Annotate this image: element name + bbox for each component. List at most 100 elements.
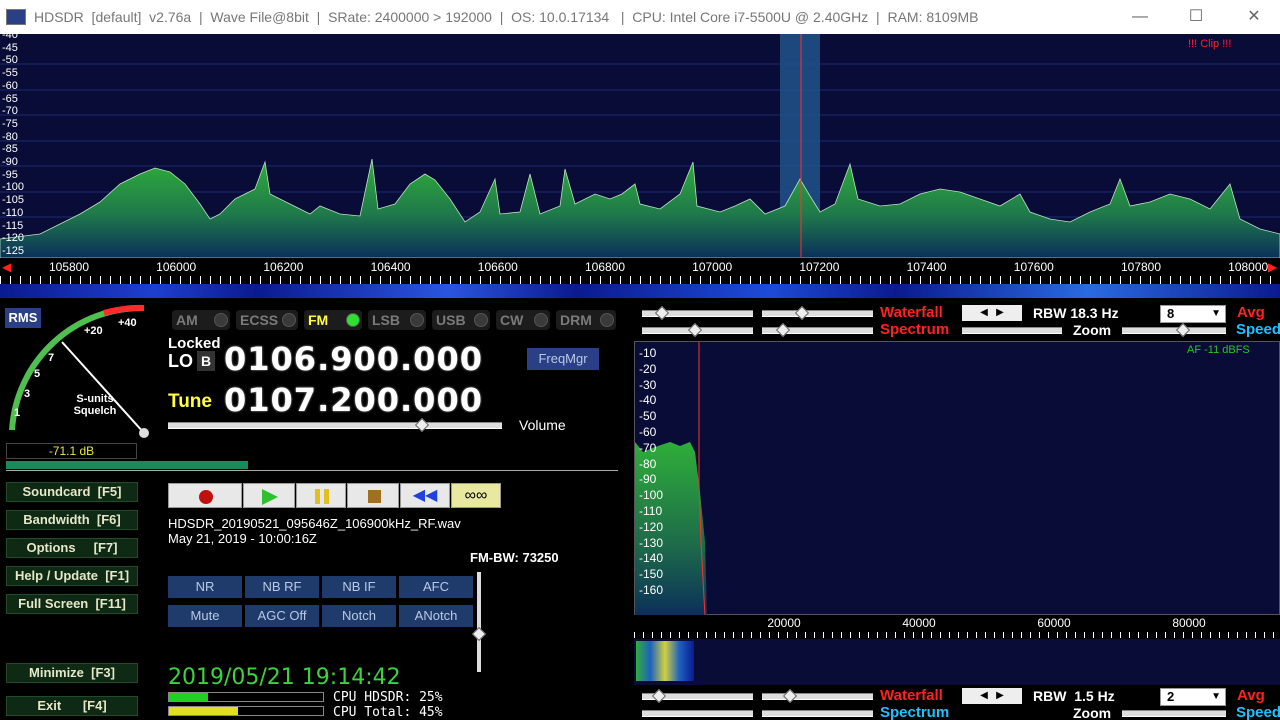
dsp-button-agc-off[interactable]: AGC Off	[245, 605, 319, 627]
dsp-button-nb-if[interactable]: NB IF	[322, 576, 396, 598]
volume-slider[interactable]	[168, 422, 502, 429]
left-button-1[interactable]: Bandwidth [F6]	[6, 510, 138, 530]
rf-zoom-thumb[interactable]	[1175, 322, 1191, 338]
rf-x-tick: 106600	[477, 260, 518, 274]
loop-icon: ∞∞	[464, 487, 488, 504]
s-meter-label: 1	[14, 407, 21, 419]
waterfall-contrast-thumb[interactable]	[794, 305, 810, 321]
left-button-3[interactable]: Help / Update [F1]	[6, 566, 138, 586]
mode-led-icon	[346, 313, 360, 327]
pause-icon	[315, 489, 329, 504]
audio-y-tick: -40	[639, 393, 657, 408]
fm-bandwidth: FM-BW: 73250	[470, 550, 559, 565]
locked-label: Locked	[168, 335, 221, 352]
rf-zoom-slider[interactable]	[1122, 327, 1226, 334]
s-meter-label: +40	[118, 317, 137, 329]
rf-spectrum-plot[interactable]: !!! Clip !!! -40 -45 -50 -55 -60 -65 -70 -75 -80…	[0, 29, 1280, 258]
af-waterfall-contrast-thumb[interactable]	[782, 688, 798, 704]
rf-y-tick: -95	[2, 168, 18, 181]
squelch-slider[interactable]	[6, 461, 618, 471]
rewind-button[interactable]: ◀◀	[400, 483, 450, 508]
play-button[interactable]	[243, 483, 295, 508]
waterfall-level-thumb[interactable]	[654, 305, 670, 321]
dsp-button-afc[interactable]: AFC	[399, 576, 473, 598]
mode-button-cw[interactable]: CW	[496, 310, 550, 330]
clip-indicator: !!! Clip !!!	[1188, 38, 1232, 50]
stop-icon	[368, 490, 381, 503]
tune-frequency[interactable]: 0107.200.000	[224, 381, 483, 419]
rf-zoom-left-slider[interactable]	[962, 327, 1062, 334]
waterfall-contrast-slider[interactable]	[762, 310, 873, 317]
spectrum-contrast-thumb[interactable]	[775, 322, 791, 338]
squelch-vthumb[interactable]	[471, 626, 487, 642]
af-spectrum-contrast-slider[interactable]	[762, 710, 873, 717]
left-button-4[interactable]: Full Screen [F11]	[6, 594, 138, 614]
mode-button-usb[interactable]: USB	[432, 310, 490, 330]
rf-rbw-stepper[interactable]: ◀ ▶	[962, 305, 1022, 321]
af-speed-label: Speed	[1236, 704, 1280, 720]
af-rbw-stepper[interactable]: ◀ ▶	[962, 688, 1022, 704]
rf-x-tick: 105800	[48, 260, 90, 274]
record-button[interactable]	[168, 483, 242, 508]
maximize-icon[interactable]: ☐	[1173, 0, 1219, 34]
mode-button-fm[interactable]: FM	[304, 310, 362, 330]
rf-x-tick: 107200	[799, 260, 840, 274]
af-waterfall-contrast-slider[interactable]	[762, 693, 873, 700]
s-meter-label: 7	[48, 352, 55, 364]
dsp-button-nb-rf[interactable]: NB RF	[245, 576, 319, 598]
signal-db-readout: -71.1 dB	[6, 443, 137, 459]
mode-button-am[interactable]: AM	[172, 310, 230, 330]
audio-x-tick: 60000	[1037, 616, 1071, 630]
audio-y-tick: -110	[639, 504, 663, 518]
cpu-total-bar	[168, 706, 324, 716]
rf-speed-label: Speed	[1236, 321, 1280, 338]
rf-y-tick: -55	[2, 67, 18, 80]
left-button-2[interactable]: Options [F7]	[6, 538, 138, 558]
rf-avg-select[interactable]: 8 ▼	[1160, 305, 1226, 323]
af-waterfall-level-thumb[interactable]	[651, 688, 667, 704]
volume-thumb[interactable]	[414, 417, 429, 433]
lo-b-button[interactable]: B	[197, 351, 215, 371]
audio-y-tick: -80	[639, 456, 657, 471]
mode-label: ECSS	[240, 312, 279, 328]
minimize-icon[interactable]: —	[1117, 0, 1163, 34]
freqmgr-button[interactable]: FreqMgr	[527, 348, 599, 370]
mode-led-icon	[534, 313, 548, 327]
spectrum-level-thumb[interactable]	[687, 322, 703, 338]
mode-button-lsb[interactable]: LSB	[368, 310, 426, 330]
left-button-0[interactable]: Soundcard [F5]	[6, 482, 138, 502]
scroll-left-icon[interactable]: ◀	[2, 260, 11, 274]
rf-x-tick: 108000	[1228, 260, 1269, 274]
audio-waterfall[interactable]	[634, 639, 1280, 685]
mode-button-drm[interactable]: DRM	[556, 310, 616, 330]
tune-label: Tune	[168, 391, 212, 412]
audio-x-tick: 20000	[767, 616, 801, 630]
left-button-5[interactable]: Minimize [F3]	[6, 663, 138, 683]
stop-button[interactable]	[347, 483, 399, 508]
rf-x-axis[interactable]: ◀ ▶ 105800 106000 106200 106400 106600 106800…	[0, 258, 1280, 276]
close-icon[interactable]: ✕	[1231, 0, 1277, 34]
af-avg-select[interactable]: 2 ▼	[1160, 688, 1226, 706]
af-zoom-slider[interactable]	[1122, 710, 1226, 717]
squelch-vslider[interactable]	[477, 572, 481, 672]
audio-y-tick: -70	[639, 440, 657, 455]
left-button-6[interactable]: Exit [F4]	[6, 696, 138, 716]
audio-y-tick: -90	[639, 472, 657, 487]
dsp-button-nr[interactable]: NR	[168, 576, 242, 598]
rf-y-tick: -115	[2, 219, 24, 232]
rf-waterfall[interactable]	[0, 284, 1280, 298]
rf-rbw: RBW 18.3 Hz	[1033, 305, 1119, 321]
dsp-button-notch[interactable]: Notch	[322, 605, 396, 627]
mode-label: DRM	[560, 312, 592, 328]
dsp-button-anotch[interactable]: ANotch	[399, 605, 473, 627]
clock: 2019/05/21 19:14:42	[168, 665, 401, 690]
pause-button[interactable]	[296, 483, 346, 508]
dsp-button-mute[interactable]: Mute	[168, 605, 242, 627]
af-waterfall-label: Waterfall	[880, 687, 943, 704]
audio-y-tick: -10	[639, 346, 657, 360]
loop-button[interactable]: ∞∞	[451, 483, 501, 508]
audio-spectrum-plot[interactable]: AF -11 dBFS -10 -20 -30 -40 -50 -60 -70 -80 -90-…	[634, 341, 1280, 616]
mode-button-ecss[interactable]: ECSS	[236, 310, 298, 330]
lo-frequency[interactable]: 0106.900.000	[224, 340, 483, 378]
af-spectrum-level-slider[interactable]	[642, 710, 753, 717]
